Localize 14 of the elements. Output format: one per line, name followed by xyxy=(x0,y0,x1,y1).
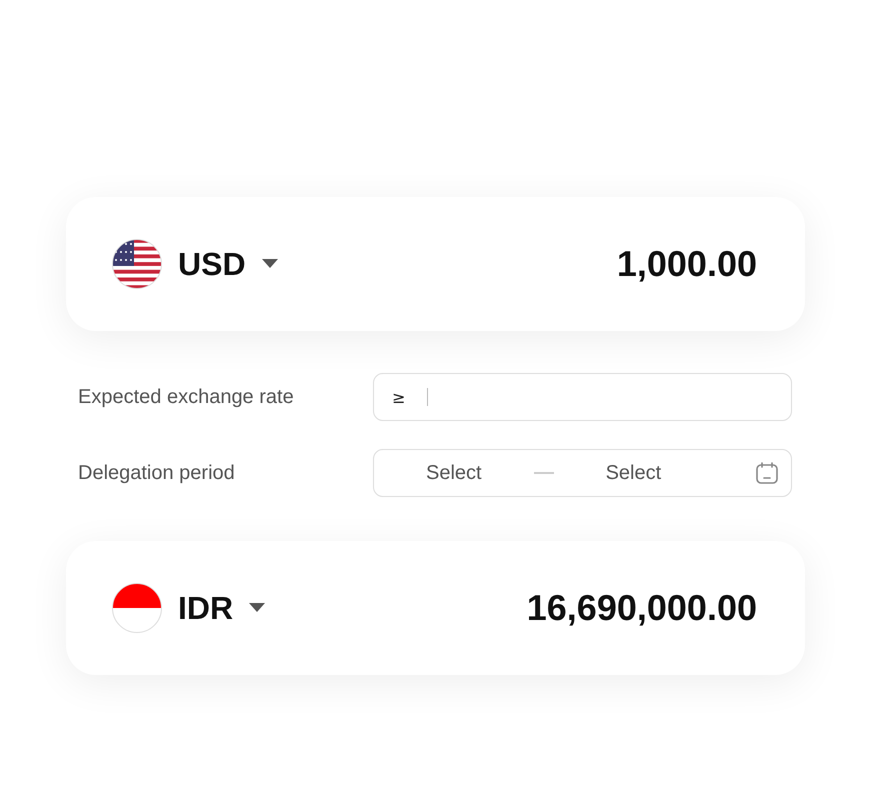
amount: 16,690,000.00 xyxy=(526,587,757,629)
field-label: Delegation period xyxy=(78,462,236,484)
currency-selector[interactable]: USD xyxy=(112,239,278,289)
caret-icon xyxy=(262,259,278,269)
amount: 1,000.00 xyxy=(616,243,757,285)
field-label: Expected exchange rate xyxy=(78,386,295,408)
us-flag-icon xyxy=(112,239,162,289)
caret-icon xyxy=(249,603,266,613)
start-date-input[interactable]: Select xyxy=(426,462,482,484)
calendar-icon[interactable] xyxy=(755,461,779,485)
flag-icon xyxy=(112,583,162,633)
currency-selector[interactable]: IDR xyxy=(112,583,266,633)
end-date-input[interactable]: Select xyxy=(606,462,662,484)
rate-input-field[interactable]: ≥ xyxy=(373,373,792,421)
